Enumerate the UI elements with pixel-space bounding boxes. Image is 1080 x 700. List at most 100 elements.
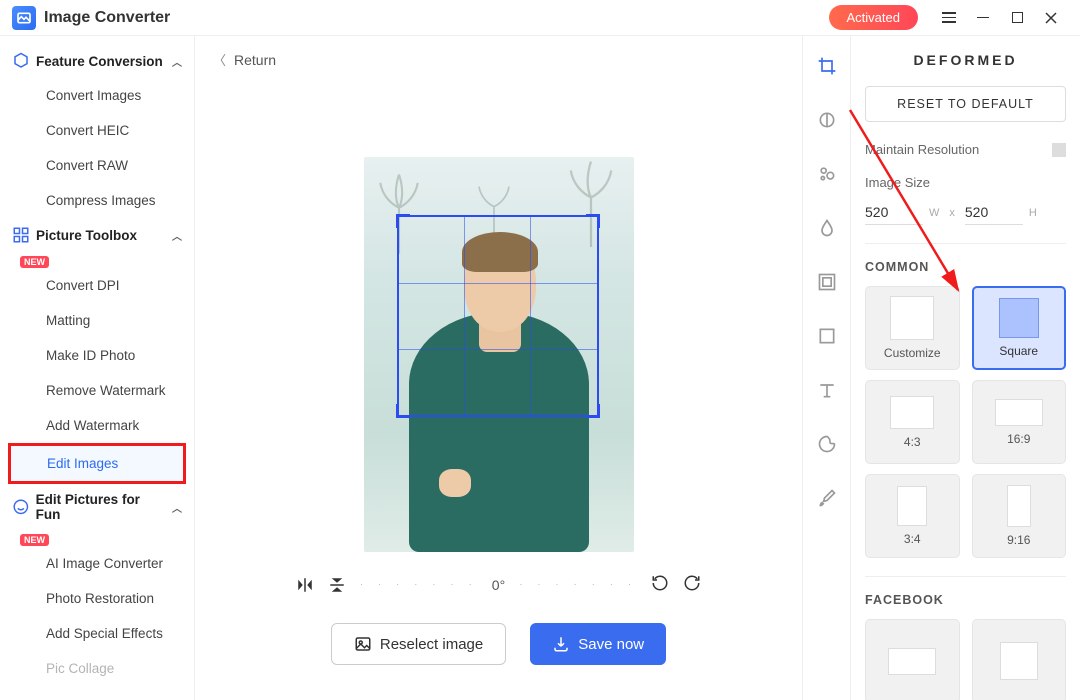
sidebar-item-pic-collage[interactable]: Pic Collage: [0, 651, 194, 686]
app-title: Image Converter: [44, 9, 170, 27]
sidebar-item-convert-images[interactable]: Convert Images: [0, 78, 194, 113]
hamburger-icon: [942, 12, 956, 23]
maximize-button[interactable]: [1000, 3, 1034, 33]
section-feature-conversion[interactable]: Feature Conversion ︿: [0, 44, 194, 78]
image-icon: [354, 635, 372, 653]
tool-strip: [802, 36, 850, 700]
preset-label: 16:9: [1007, 432, 1030, 446]
maintain-resolution-checkbox[interactable]: [1052, 143, 1066, 157]
rotation-value: 0°: [492, 577, 505, 593]
maximize-icon: [1012, 12, 1023, 23]
preset-16-9[interactable]: 16:9: [972, 380, 1067, 464]
close-icon: [1045, 12, 1057, 24]
save-now-button[interactable]: Save now: [530, 623, 666, 665]
crop-handle-bl[interactable]: [396, 404, 410, 418]
width-input[interactable]: [865, 200, 923, 225]
crop-handle-br[interactable]: [586, 404, 600, 418]
download-icon: [552, 635, 570, 653]
sticker-tool-icon[interactable]: [815, 432, 839, 456]
preset-4-3[interactable]: 4:3: [865, 380, 960, 464]
sidebar-item-ai-image-converter[interactable]: AI Image Converter: [0, 546, 194, 581]
sidebar-item-add-watermark[interactable]: Add Watermark: [0, 408, 194, 443]
droplet-tool-icon[interactable]: [815, 216, 839, 240]
return-button[interactable]: 〈 Return: [195, 36, 802, 83]
image-canvas[interactable]: [364, 157, 634, 552]
app-logo: [12, 6, 36, 30]
preset-label: Square: [999, 344, 1038, 358]
rotation-controls: · · · · · · · 0° · · · · · · ·: [296, 574, 701, 595]
sidebar-item-convert-heic[interactable]: Convert HEIC: [0, 113, 194, 148]
sidebar-item-matting[interactable]: Matting: [0, 303, 194, 338]
crop-selection[interactable]: [397, 215, 599, 417]
chevron-up-icon: ︿: [172, 228, 182, 243]
editor-area: 〈 Return: [195, 36, 802, 700]
preset-label: Customize: [884, 346, 941, 360]
sidebar: Feature Conversion ︿ Convert Images Conv…: [0, 36, 195, 700]
minimize-button[interactable]: [966, 3, 1000, 33]
panel-title: DEFORMED: [865, 52, 1066, 68]
grid-icon: [12, 226, 30, 244]
dimension-separator: x: [949, 207, 955, 219]
sidebar-item-add-special-effects[interactable]: Add Special Effects: [0, 616, 194, 651]
minimize-icon: [977, 17, 989, 19]
reselect-image-button[interactable]: Reselect image: [331, 623, 506, 665]
crop-handle-tr[interactable]: [586, 214, 600, 228]
properties-panel: DEFORMED RESET TO DEFAULT Maintain Resol…: [850, 36, 1080, 700]
tone-tool-icon[interactable]: [815, 108, 839, 132]
crop-tool-icon[interactable]: [815, 54, 839, 78]
reset-to-default-button[interactable]: RESET TO DEFAULT: [865, 86, 1066, 122]
section-label: Feature Conversion: [36, 54, 163, 69]
preset-label: 4:3: [904, 435, 921, 449]
sidebar-item-make-id-photo[interactable]: Make ID Photo: [0, 338, 194, 373]
titlebar: Image Converter Activated: [0, 0, 1080, 36]
sidebar-item-convert-raw[interactable]: Convert RAW: [0, 148, 194, 183]
chevron-up-icon: ︿: [172, 54, 182, 69]
sidebar-item-photo-restoration[interactable]: Photo Restoration: [0, 581, 194, 616]
brush-tool-icon[interactable]: [815, 486, 839, 510]
new-badge: NEW: [20, 256, 49, 268]
return-label: Return: [234, 52, 276, 68]
flip-vertical-icon[interactable]: [328, 576, 346, 594]
image-size-label: Image Size: [865, 175, 1066, 190]
preset-3-4[interactable]: 3:4: [865, 474, 960, 558]
facebook-preset[interactable]: [865, 619, 960, 700]
common-presets-label: COMMON: [865, 260, 1066, 274]
frame-tool-icon[interactable]: [815, 270, 839, 294]
smile-icon: [12, 498, 30, 516]
rotate-ccw-icon[interactable]: [651, 574, 669, 595]
section-edit-for-fun[interactable]: Edit Pictures for Fun ︿: [0, 484, 194, 530]
text-tool-icon[interactable]: [815, 378, 839, 402]
sidebar-item-compress-images[interactable]: Compress Images: [0, 183, 194, 218]
preset-label: 3:4: [904, 532, 921, 546]
rotation-slider-left[interactable]: · · · · · · ·: [360, 579, 478, 590]
hexagon-icon: [12, 52, 30, 70]
chevron-left-icon: 〈: [213, 50, 226, 69]
preset-square[interactable]: Square: [972, 286, 1067, 370]
section-picture-toolbox[interactable]: Picture Toolbox ︿: [0, 218, 194, 252]
button-label: Save now: [578, 636, 644, 653]
sidebar-item-remove-watermark[interactable]: Remove Watermark: [0, 373, 194, 408]
activated-badge[interactable]: Activated: [829, 5, 918, 30]
effects-tool-icon[interactable]: [815, 162, 839, 186]
close-button[interactable]: [1034, 3, 1068, 33]
facebook-presets-label: FACEBOOK: [865, 593, 1066, 607]
preset-label: 9:16: [1007, 533, 1030, 547]
sidebar-item-edit-images[interactable]: Edit Images: [8, 443, 186, 484]
crop-handle-tl[interactable]: [396, 214, 410, 228]
sidebar-item-convert-dpi[interactable]: Convert DPI: [0, 268, 194, 303]
height-input[interactable]: [965, 200, 1023, 225]
w-label: W: [929, 207, 939, 219]
h-label: H: [1029, 207, 1037, 219]
maintain-resolution-label: Maintain Resolution: [865, 142, 979, 157]
border-tool-icon[interactable]: [815, 324, 839, 348]
rotate-cw-icon[interactable]: [683, 574, 701, 595]
flip-horizontal-icon[interactable]: [296, 576, 314, 594]
rotation-slider-right[interactable]: · · · · · · ·: [519, 579, 637, 590]
facebook-preset[interactable]: [972, 619, 1067, 700]
preset-customize[interactable]: Customize: [865, 286, 960, 370]
new-badge: NEW: [20, 534, 49, 546]
preset-9-16[interactable]: 9:16: [972, 474, 1067, 558]
section-label: Edit Pictures for Fun: [36, 492, 166, 522]
chevron-up-icon: ︿: [172, 500, 182, 515]
menu-button[interactable]: [932, 3, 966, 33]
